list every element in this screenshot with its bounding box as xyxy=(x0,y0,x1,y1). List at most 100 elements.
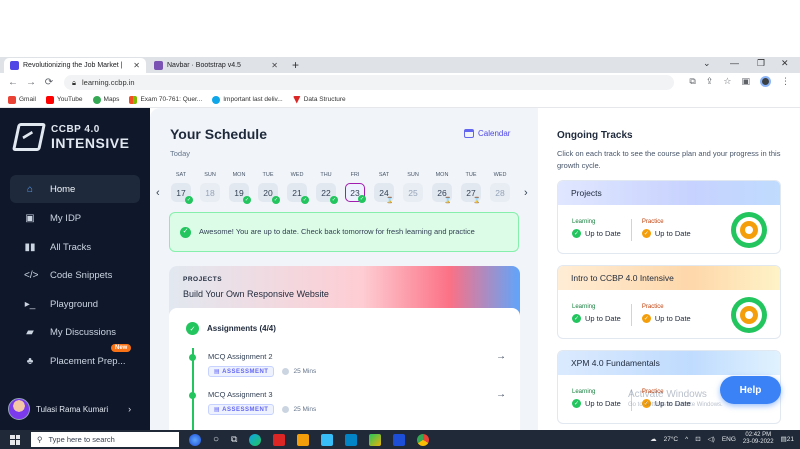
new-tab-button[interactable]: + xyxy=(292,58,299,72)
tab-inactive[interactable]: Navbar · Bootstrap v4.5 ✕ xyxy=(148,58,284,73)
arrow-right-icon[interactable]: → xyxy=(496,351,506,362)
next-week-icon[interactable]: › xyxy=(524,187,528,199)
ccbp-logo-icon xyxy=(12,123,46,151)
help-button[interactable]: Help xyxy=(720,376,781,404)
day-item[interactable]: WED 28 xyxy=(489,172,511,202)
desktop-area xyxy=(0,0,800,57)
install-app-icon[interactable]: ⧉ xyxy=(689,76,695,87)
clock[interactable]: 02:42 PM 23-09-2022 xyxy=(743,432,774,446)
edge-icon[interactable] xyxy=(249,433,262,446)
bookmark-maps[interactable]: Maps xyxy=(92,95,119,104)
taskbar: ⚲ Type here to search ○ ⧉ ☁ 27°C ^ ⊡ ◁) … xyxy=(0,430,800,449)
day-item[interactable]: SUN 18 xyxy=(199,172,221,202)
sidebar-item-all-tracks[interactable]: ▮▮ All Tracks xyxy=(10,233,140,261)
status-dot-icon xyxy=(189,354,196,361)
store-icon[interactable] xyxy=(321,433,334,446)
check-circle-icon: ✓ xyxy=(186,322,199,335)
share-icon[interactable]: ⇪ xyxy=(706,76,714,87)
chrome-icon[interactable] xyxy=(417,433,430,446)
tab-active[interactable]: Revolutionizing the Job Market | ✕ xyxy=(4,58,146,73)
widget-icon[interactable] xyxy=(189,433,201,446)
close-window-icon[interactable]: ✕ xyxy=(781,58,789,69)
check-icon: ✓ xyxy=(301,196,309,204)
up-to-date-alert: ✓ Awesome! You are up to date. Check bac… xyxy=(169,212,519,252)
side-panel-icon[interactable]: ▣ xyxy=(741,76,750,87)
target-icon xyxy=(731,297,767,333)
sidebar-item-playground[interactable]: ▸_ Playground xyxy=(10,290,140,318)
app-icon[interactable] xyxy=(273,433,286,446)
day-item-selected[interactable]: FRI 23 ✓ xyxy=(344,172,366,203)
language[interactable]: ENG xyxy=(722,436,736,443)
bookmark-star-icon[interactable]: ☆ xyxy=(723,76,731,87)
day-item[interactable]: SUN 25 xyxy=(402,172,424,202)
check-icon: ✓ xyxy=(358,195,366,203)
assignment-name: MCQ Assignment 2 xyxy=(208,352,273,361)
minimize-icon[interactable]: — xyxy=(730,58,739,68)
back-icon[interactable]: ← xyxy=(8,77,18,88)
forward-icon[interactable]: → xyxy=(26,77,36,88)
menu-kebab-icon[interactable]: ⋮ xyxy=(781,76,790,87)
day-item[interactable]: MON 26 ⌛ xyxy=(431,172,453,204)
sidebar-item-home[interactable]: ⌂ Home xyxy=(10,175,140,203)
user-profile[interactable]: Tulasi Rama Kumari › xyxy=(8,398,131,420)
day-item[interactable]: THU 22 ✓ xyxy=(315,172,338,204)
pending-icon: ⌛ xyxy=(444,197,452,204)
track-card-projects[interactable]: Projects Learning ✓ Up to Date Practice ✓ Up… xyxy=(557,180,781,254)
sidebar-item-my-discussions[interactable]: ▰ My Discussions xyxy=(10,318,140,346)
reload-icon[interactable]: ⟳ xyxy=(44,77,54,88)
status-dot-icon xyxy=(189,392,196,399)
track-card-intro[interactable]: Intro to CCBP 4.0 Intensive Learning ✓ Up … xyxy=(557,265,781,339)
cortana-icon[interactable]: ○ xyxy=(213,434,219,445)
day-item[interactable]: SAT 17 ✓ xyxy=(170,172,193,204)
tab-favicon-icon xyxy=(154,61,163,70)
tab-close-icon[interactable]: ✕ xyxy=(133,61,140,70)
tab-bar: Revolutionizing the Job Market | ✕ Navba… xyxy=(0,57,800,73)
profile-avatar[interactable] xyxy=(760,76,771,87)
restore-icon[interactable]: ❐ xyxy=(757,58,765,69)
network-icon[interactable]: ⊡ xyxy=(695,435,700,443)
app-icon[interactable] xyxy=(369,433,382,446)
taskbar-search-input[interactable]: ⚲ Type here to search xyxy=(31,432,179,447)
bookmark-youtube[interactable]: YouTube xyxy=(45,95,83,104)
mail-icon[interactable] xyxy=(345,433,358,446)
idp-icon: ▣ xyxy=(25,212,35,224)
day-item[interactable]: MON 19 ✓ xyxy=(228,172,251,204)
tab-search-chevron-icon[interactable]: ⌄ xyxy=(703,58,711,69)
task-view-icon[interactable]: ⧉ xyxy=(231,434,237,445)
avatar xyxy=(8,398,30,420)
assessment-tag: ▤ ASSESSMENT xyxy=(208,404,275,415)
day-item[interactable]: WED 21 ✓ xyxy=(286,172,309,204)
tray-chevron-icon[interactable]: ^ xyxy=(685,436,688,443)
track-name: Intro to CCBP 4.0 Intensive xyxy=(558,266,780,290)
url-text: learning.ccbp.in xyxy=(82,78,135,87)
assignments-header[interactable]: ✓ Assignments (4/4) xyxy=(186,322,276,335)
page-title: Your Schedule xyxy=(170,126,267,142)
day-item[interactable]: SAT 24 ⌛ xyxy=(373,172,395,204)
file-explorer-icon[interactable] xyxy=(297,433,310,446)
vscode-icon[interactable] xyxy=(393,433,406,446)
bookmark-exam[interactable]: Exam 70-761: Quer... xyxy=(129,95,202,104)
volume-icon[interactable]: ◁) xyxy=(708,435,715,443)
bookmark-important[interactable]: Important last deliv... xyxy=(212,95,283,104)
brand-logo[interactable]: CCBP 4.0 INTENSIVE xyxy=(12,123,129,151)
tab-favicon-icon xyxy=(10,61,19,70)
brand-line1: CCBP 4.0 xyxy=(51,123,100,135)
notifications-icon[interactable]: ▤21 xyxy=(781,435,794,443)
bookmarks-bar: Gmail YouTube Maps Exam 70-761: Quer... … xyxy=(0,92,800,108)
sidebar-item-my-idp[interactable]: ▣ My IDP xyxy=(10,204,140,232)
url-field[interactable]: 🔒︎ learning.ccbp.in xyxy=(64,75,674,90)
sidebar-item-code-snippets[interactable]: </> Code Snippets xyxy=(10,261,140,289)
activate-windows-watermark: Activate Windows xyxy=(628,389,707,400)
day-item[interactable]: TUE 20 ✓ xyxy=(257,172,280,204)
day-item[interactable]: TUE 27 ⌛ xyxy=(460,172,482,204)
tab-close-icon[interactable]: ✕ xyxy=(271,61,278,70)
maps-icon xyxy=(92,95,101,104)
terminal-icon: ▸_ xyxy=(24,298,36,310)
prev-week-icon[interactable]: ‹ xyxy=(156,187,160,199)
assessment-tag: ▤ ASSESSMENT xyxy=(208,366,275,377)
arrow-right-icon[interactable]: → xyxy=(496,389,506,400)
bookmark-data-structure[interactable]: Data Structure xyxy=(292,95,346,104)
windows-start-icon[interactable] xyxy=(10,434,20,445)
bookmark-gmail[interactable]: Gmail xyxy=(8,95,36,104)
calendar-link[interactable]: Calendar xyxy=(464,129,510,138)
